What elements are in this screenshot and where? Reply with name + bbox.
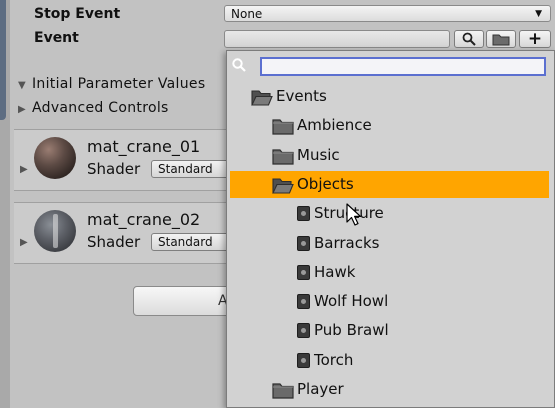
foldout-arrow-icon: ▶ [18,104,26,115]
tree-item-label: Pub Brawl [314,321,389,340]
tree-event-item[interactable]: Wolf Howl [227,288,554,315]
tree-item-label: Torch [314,350,354,369]
event-icon [297,323,310,339]
tree-event-item[interactable]: Structure [227,200,554,227]
material-preview [34,210,76,252]
dropdown-arrow-icon: ▼ [535,9,542,19]
tree-item-label: Objects [297,174,354,193]
tree-folder-item[interactable]: Player [227,376,554,403]
event-icon [297,264,310,280]
expand-arrow-icon[interactable]: ▶ [20,237,28,248]
tree-folder-item[interactable]: Ambience [227,112,554,139]
foldout-initial-parameter-values[interactable]: ▼ Initial Parameter Values [18,76,205,92]
tree-item-label: Barracks [314,233,380,252]
folder-icon [272,381,294,399]
folder-open-icon [272,176,294,194]
browse-event-button[interactable] [486,30,516,48]
tree-event-item[interactable]: Pub Brawl [227,317,554,344]
event-icon [297,352,310,368]
search-input[interactable] [260,57,546,76]
material-name: mat_crane_01 [87,137,201,156]
magnifier-icon [462,32,476,46]
left-edge-bar [0,0,10,408]
foldout-arrow-icon: ▼ [18,80,26,91]
mouse-cursor-icon [346,203,362,226]
event-icon [297,206,310,222]
tree-item-label: Ambience [297,116,372,135]
search-icon [232,58,246,72]
shader-label: Shader [87,160,141,178]
event-icon [297,294,310,310]
foldout-label: Initial Parameter Values [32,76,206,92]
foldout-label: Advanced Controls [32,100,169,116]
window-edge [0,0,6,120]
tree-event-item[interactable]: Hawk [227,259,554,286]
tree-item-label: Events [276,87,327,105]
tree-item-label: Hawk [314,262,356,281]
tree-folder-item[interactable]: Events [227,83,554,110]
stop-event-dropdown[interactable]: None ▼ [224,5,551,22]
material-preview [34,137,76,179]
tree-event-item[interactable]: Barracks [227,230,554,257]
folder-open-icon [251,88,273,106]
stop-event-label: Stop Event [34,6,121,22]
tree-item-label: Player [297,380,344,398]
tree-event-item[interactable]: Torch [227,347,554,374]
event-icon [297,235,310,251]
folder-icon [492,34,510,45]
tree-folder-item[interactable]: Objects [230,170,549,198]
folder-icon [272,147,294,165]
plus-icon: + [527,29,543,49]
event-path-field[interactable] [224,30,450,48]
event-browser-popup: Events Ambience Music Objects Structure Barra… [226,50,555,408]
tree-folder-item[interactable]: Music [227,142,554,169]
search-event-button[interactable] [454,30,484,48]
tree-item-label: Wolf Howl [314,292,389,311]
material-name: mat_crane_02 [87,210,201,229]
foldout-advanced-controls[interactable]: ▶ Advanced Controls [18,100,169,116]
add-component-button[interactable]: A [133,286,233,316]
event-label: Event [34,30,79,46]
add-event-button[interactable]: + [519,29,551,49]
expand-arrow-icon[interactable]: ▶ [20,164,28,175]
folder-icon [272,117,294,135]
search-bar [227,51,554,83]
stop-event-value: None [231,7,263,21]
shader-label: Shader [87,233,141,251]
tree-item-label: Music [297,145,340,164]
